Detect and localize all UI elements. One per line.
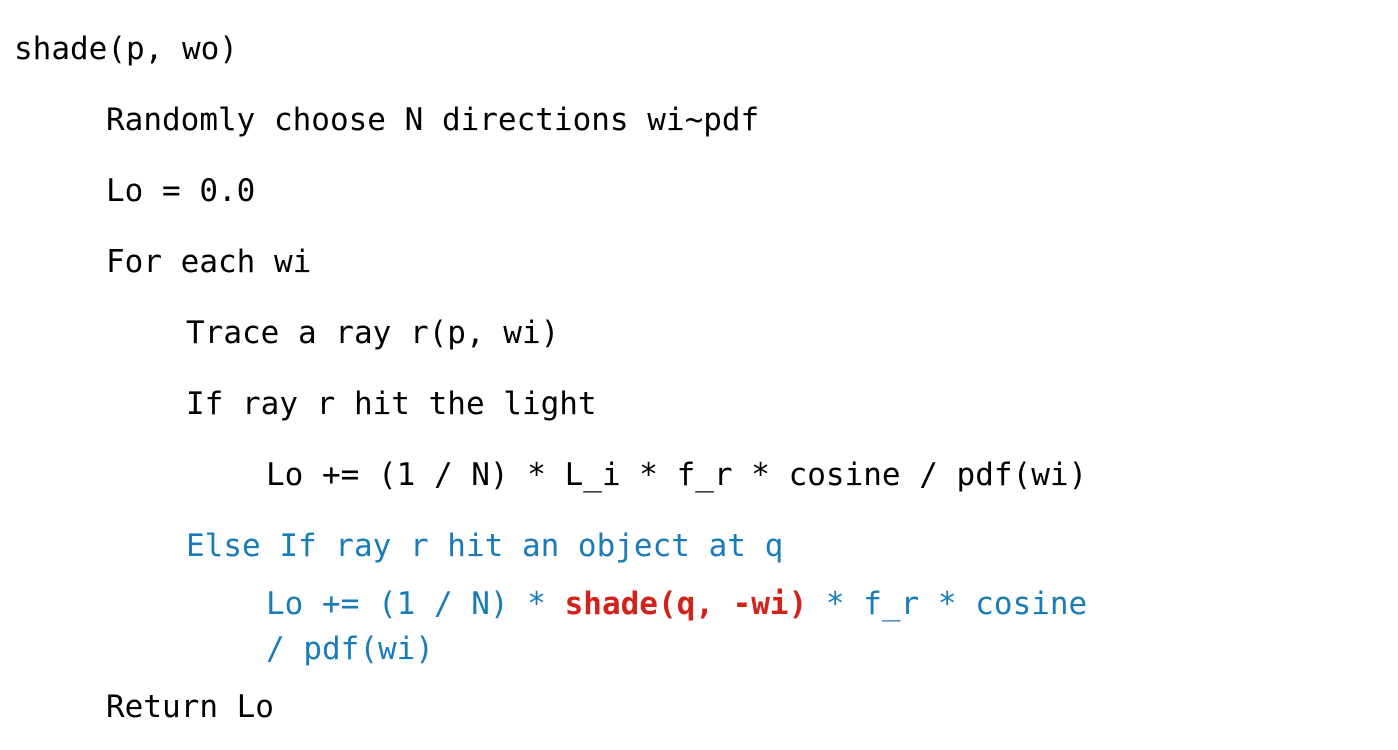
code-line-trace-ray: Trace a ray r(p, wi) — [186, 315, 560, 351]
code-line-for-each-wi: For each wi — [106, 244, 312, 280]
code-line-else-if-hit-object: Else If ray r hit an object at q — [186, 528, 784, 564]
code-line-signature: shade(p, wo) — [14, 31, 238, 67]
code-line-return-lo: Return Lo — [106, 689, 274, 725]
code-line-if-hit-light: If ray r hit the light — [186, 386, 597, 422]
code-segment-prefix: Lo += (1 / N) * — [266, 586, 565, 622]
code-line-recursive-shade: Lo += (1 / N) * shade(q, -wi) * f_r * co… — [14, 582, 1398, 672]
pseudocode-block: shade(p, wo) Randomly choose N direction… — [0, 0, 1398, 743]
code-segment-recursive-call: shade(q, -wi) — [564, 586, 808, 622]
code-segment-suffix: * f_r * cosine — [807, 586, 1088, 622]
code-segment-continuation: / pdf(wi) — [266, 631, 434, 667]
code-line-accumulate-light: Lo += (1 / N) * L_i * f_r * cosine / pdf… — [266, 457, 1088, 493]
code-line-choose-directions: Randomly choose N directions wi~pdf — [106, 102, 760, 138]
code-line-init-lo: Lo = 0.0 — [106, 173, 256, 209]
